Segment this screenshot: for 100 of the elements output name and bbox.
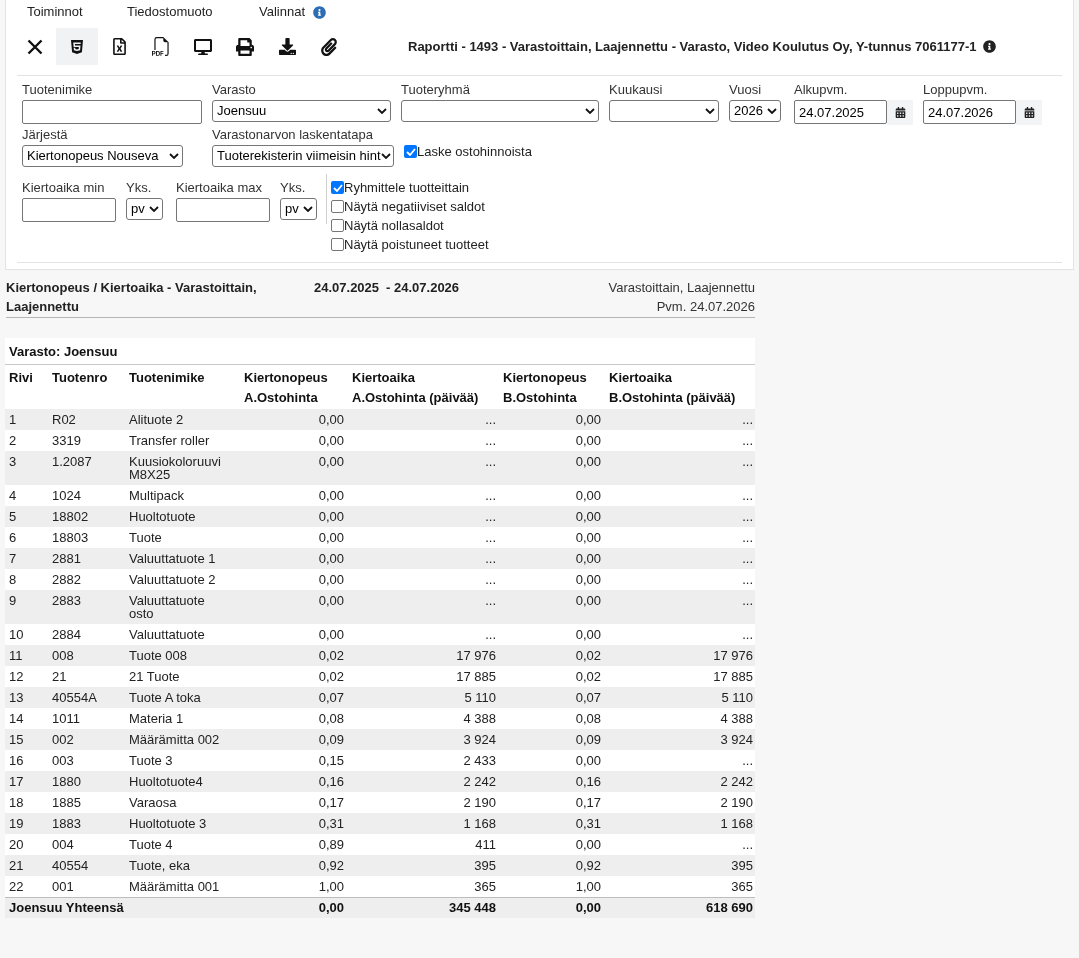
table-cell: Valuuttatuote 2 [125, 569, 240, 590]
table-cell: Huoltotuote4 [125, 771, 240, 792]
dropdown[interactable]: Tuoterekisterin viimeisin hint [212, 145, 394, 167]
menu-item[interactable]: Valinnat [259, 0, 305, 24]
table-cell: 17 [5, 771, 48, 792]
total-cell: 618 690 [605, 897, 755, 918]
table-cell: ... [348, 527, 499, 548]
table-cell: 0,31 [240, 813, 348, 834]
dropdown[interactable] [401, 100, 599, 122]
menu-item[interactable]: Toiminnot [27, 0, 83, 24]
table-cell: 0,00 [240, 590, 348, 624]
table-cell: 0,00 [499, 527, 605, 548]
menu-item[interactable]: Tiedostomuoto [127, 0, 213, 24]
checkbox[interactable] [331, 200, 344, 213]
chevron-down-icon [705, 108, 715, 114]
html5-icon [69, 38, 85, 55]
html5-button[interactable] [56, 28, 98, 65]
table-cell: 3 [5, 451, 48, 485]
table-cell: ... [605, 750, 755, 771]
column-header: Rivi [9, 369, 34, 387]
table-cell: 004 [48, 834, 125, 855]
table-cell: 22 [5, 876, 48, 898]
checkbox-label: Näytä nollasaldot [344, 216, 444, 235]
checkbox-label: Näytä negatiiviset saldot [344, 197, 485, 216]
report-date: Pvm. 24.07.2026 [656, 298, 755, 316]
table-cell: ... [605, 430, 755, 451]
table-cell: 18803 [48, 527, 125, 548]
table-cell: Valuuttatuote [125, 624, 240, 645]
download-icon [278, 38, 296, 55]
table-cell: 5 110 [605, 687, 755, 708]
table-cell: 18 [5, 792, 48, 813]
table-cell: Materia 1 [125, 708, 240, 729]
dropdown[interactable]: Joensuu [212, 100, 391, 122]
checkbox[interactable] [404, 145, 417, 158]
table-cell: 15 [5, 729, 48, 750]
spreadsheet-file-icon [110, 38, 128, 55]
calendar-button[interactable] [1016, 100, 1042, 125]
table-cell: 0,89 [240, 834, 348, 855]
table-cell: 12 [5, 666, 48, 687]
table-cell: 0,00 [240, 548, 348, 569]
field-label: Vuosi [729, 82, 762, 97]
dropdown[interactable]: pv [126, 198, 163, 220]
pdf-file-icon [151, 37, 171, 56]
table-cell: 0,00 [240, 506, 348, 527]
dropdown[interactable] [609, 100, 719, 122]
table-cell: 1883 [48, 813, 125, 834]
table-cell: 0,00 [240, 624, 348, 645]
table-cell: 395 [605, 855, 755, 876]
date-input[interactable]: 24.07.2025 [794, 100, 887, 124]
table-cell: 0,00 [499, 624, 605, 645]
text-input[interactable] [22, 100, 202, 124]
table-cell: 4 388 [348, 708, 499, 729]
dropdown[interactable]: pv [280, 198, 317, 220]
group-title: Varasto: Joensuu [9, 344, 118, 359]
table-cell: 16 [5, 750, 48, 771]
dropdown[interactable]: 2026 [729, 100, 781, 122]
table-cell: 0,08 [499, 708, 605, 729]
table-cell: ... [348, 569, 499, 590]
dropdown[interactable]: Kiertonopeus Nouseva [22, 145, 183, 167]
table-cell: 0,00 [499, 569, 605, 590]
checkbox[interactable] [331, 219, 344, 232]
table-cell: Tuote 3 [125, 750, 240, 771]
table-cell: Varaosa [125, 792, 240, 813]
table-cell: ... [605, 485, 755, 506]
table-cell: 003 [48, 750, 125, 771]
column-header: Tuotenro [52, 369, 109, 387]
table-cell: 365 [348, 876, 499, 898]
chevron-down-icon [380, 153, 391, 159]
column-header: Kiertonopeus B.Ostohinta [503, 369, 588, 407]
table-cell: 0,31 [499, 813, 605, 834]
checkbox[interactable] [331, 181, 344, 194]
table-cell: 1 168 [348, 813, 499, 834]
table-cell: ... [348, 590, 499, 624]
table-cell: 3 924 [605, 729, 755, 750]
table-cell: 6 [5, 527, 48, 548]
table-cell: 0,02 [499, 666, 605, 687]
checkbox[interactable] [331, 238, 344, 251]
table-cell: Alituote 2 [125, 409, 240, 430]
table-cell: 17 885 [348, 666, 499, 687]
table-cell: Tuote 4 [125, 834, 240, 855]
chevron-down-icon [169, 153, 179, 159]
table-cell: 1 168 [605, 813, 755, 834]
report-title: Raportti - 1493 - Varastoittain, Laajennettu - Varasto, Video Koulutus Oy, Y-tunnus 7061177-1 [408, 37, 977, 56]
field-label: Tuoteryhmä [401, 82, 470, 97]
table-cell: 0,02 [240, 666, 348, 687]
table-cell: 365 [605, 876, 755, 898]
text-input[interactable] [176, 198, 270, 222]
table-cell: 0,00 [499, 451, 605, 485]
table-cell: ... [348, 485, 499, 506]
date-input[interactable]: 24.07.2026 [923, 100, 1016, 124]
total-cell: 345 448 [348, 897, 499, 918]
table-cell: 0,00 [240, 451, 348, 485]
table-cell: 19 [5, 813, 48, 834]
text-input[interactable] [22, 198, 116, 222]
table-cell: 0,00 [240, 485, 348, 506]
table-cell: ... [605, 527, 755, 548]
table-cell: 0,09 [240, 729, 348, 750]
calendar-button[interactable] [887, 100, 913, 125]
table-cell: 2 [5, 430, 48, 451]
table-cell: 21 [48, 666, 125, 687]
